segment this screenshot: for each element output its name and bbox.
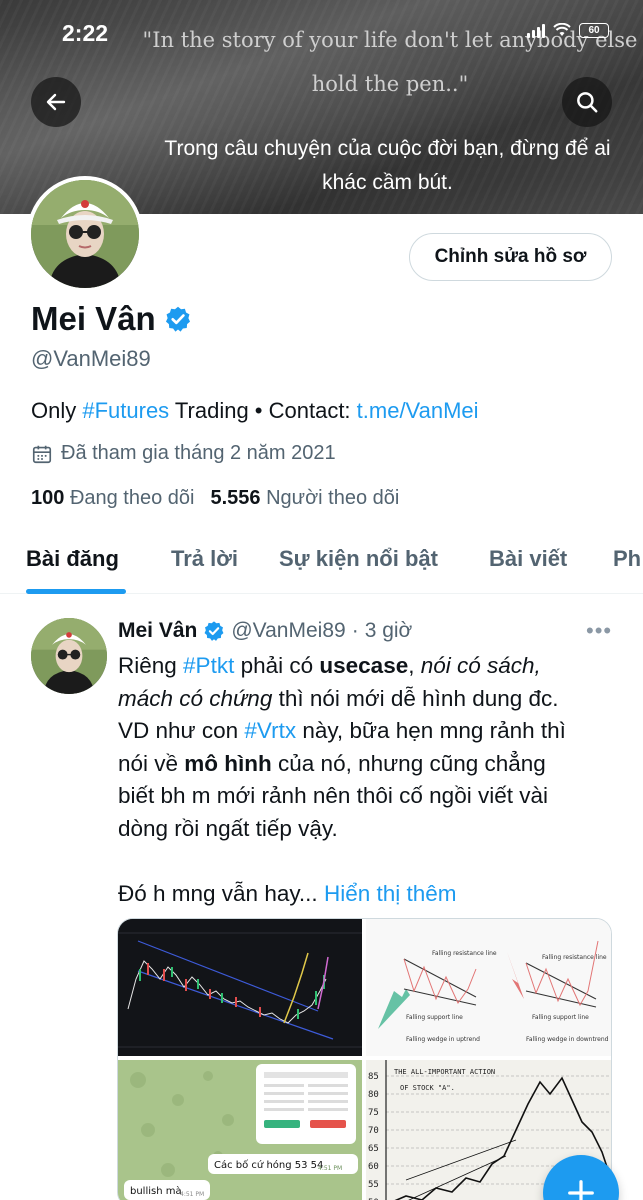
back-button[interactable]	[31, 77, 81, 127]
bio-text: Only	[31, 398, 83, 423]
post-media-grid: Falling resistance line Falling support …	[117, 918, 612, 1200]
profile-avatar[interactable]	[27, 176, 143, 292]
tab-media[interactable]: Ph	[613, 546, 641, 572]
sketch-axis-label: 55	[368, 1180, 379, 1190]
show-more-link[interactable]: Hiển thị thêm	[324, 881, 457, 906]
following-label: Đang theo dõi	[69, 487, 195, 509]
banner-quote-vi: Trong câu chuyện của cuộc đời bạn, đừng …	[164, 137, 611, 194]
post-line: dòng rồi ngất tiếp vậy.	[118, 815, 338, 841]
wedge-label: Falling resistance line	[542, 954, 607, 961]
verified-badge-icon	[204, 621, 224, 641]
profile-handle: @VanMei89	[31, 346, 151, 371]
plus-icon	[568, 1180, 594, 1200]
sketch-axis-label: 75	[368, 1108, 379, 1118]
sketch-axis-label: 85	[368, 1072, 379, 1082]
followers-count: 5.556	[210, 487, 261, 509]
post-author-handle[interactable]: @VanMei89	[231, 619, 345, 643]
wedge-pattern-image: Falling resistance line Falling support …	[366, 919, 611, 1056]
wedge-label: Falling support line	[532, 1014, 589, 1021]
wedge-label: Falling support line	[406, 1014, 463, 1021]
search-icon	[577, 92, 598, 113]
hashtag-link[interactable]: #Vrtx	[244, 718, 296, 743]
post-time[interactable]: 3 giờ	[365, 619, 413, 643]
wifi-icon	[553, 23, 571, 36]
active-tab-indicator	[26, 589, 126, 594]
display-name: Mei Vân	[31, 300, 156, 337]
bio-hashtag-link[interactable]: #Futures	[82, 398, 169, 423]
chat-time: 4:51 PM	[318, 1165, 342, 1172]
post-line-blank	[118, 845, 618, 878]
post-line: mách có chứng thì nói mới dễ hình dung đ…	[118, 685, 559, 711]
sketch-subtitle: OF STOCK "A".	[400, 1084, 455, 1092]
edit-profile-button[interactable]: Chỉnh sửa hồ sơ	[409, 233, 612, 281]
status-time: 2:22	[62, 20, 109, 46]
more-icon[interactable]: •••	[586, 618, 612, 644]
chat-time: 4:51 PM	[180, 1191, 204, 1198]
post-line: biết bh m mới rảnh nên thôi cố ngồi viết…	[118, 783, 548, 808]
media-trading-chart[interactable]	[118, 919, 362, 1056]
post-header: Mei Vân @VanMei89 · 3 giờ	[118, 619, 412, 643]
post-line: Riêng #Ptkt phải có usecase, nói có sách…	[118, 653, 541, 678]
chat-message: bullish mà	[130, 1185, 182, 1197]
wedge-label: Falling resistance line	[432, 950, 497, 957]
verified-badge-icon[interactable]	[164, 305, 192, 333]
joined-text: Đã tham gia tháng 2 năm 2021	[61, 442, 336, 464]
wedge-label: Falling wedge in uptrend	[406, 1036, 480, 1043]
followers-link[interactable]: 5.556 Người theo dõi	[210, 487, 399, 510]
avatar-photo	[31, 618, 107, 694]
wedge-label: Falling wedge in downtrend	[526, 1036, 609, 1043]
follow-stats: 100 Đang theo dõi 5.556 Người theo dõi	[31, 487, 399, 510]
post-line: nói về mô hình của nó, nhưng cũng chẳng	[118, 750, 546, 776]
joined-date: Đã tham gia tháng 2 năm 2021	[31, 442, 336, 465]
post-line: Đó h mng vẫn hay... Hiển thị thêm	[118, 880, 457, 906]
profile-name-row: Mei Vân	[31, 300, 192, 338]
post-line: VD như con #Vrtx này, bữa hẹn mng rảnh t…	[118, 718, 566, 743]
tab-replies[interactable]: Trả lời	[171, 546, 238, 572]
signal-icon	[527, 22, 545, 38]
sketch-axis-label: 80	[368, 1090, 379, 1100]
sketch-axis-label: 65	[368, 1144, 379, 1154]
search-button[interactable]	[562, 77, 612, 127]
post-text: Riêng #Ptkt phải có usecase, nói có sách…	[118, 650, 618, 910]
tab-posts[interactable]: Bài đăng	[26, 546, 119, 572]
following-link[interactable]: 100 Đang theo dõi	[31, 487, 194, 510]
bio-contact-link[interactable]: t.me/VanMei	[357, 398, 479, 423]
battery-icon: 60	[579, 22, 609, 38]
profile-tabs: Bài đăng Trả lời Sự kiện nổi bật Bài viế…	[0, 530, 643, 594]
profile-bio: Only #Futures Trading • Contact: t.me/Va…	[31, 398, 479, 424]
bio-text-middle: Trading • Contact:	[169, 398, 357, 423]
chat-screenshot-image: Các bố cứ hóng 53 54 4:51 PM bullish mà …	[118, 1060, 362, 1200]
arrow-left-icon	[46, 93, 66, 111]
followers-label: Người theo dõi	[266, 487, 400, 509]
calendar-icon	[32, 445, 52, 463]
hashtag-link[interactable]: #Ptkt	[183, 653, 234, 678]
media-chat-screenshot[interactable]: Các bố cứ hóng 53 54 4:51 PM bullish mà …	[118, 1060, 362, 1200]
tab-highlights[interactable]: Sự kiện nổi bật	[279, 546, 438, 572]
sketch-axis-label: 60	[368, 1162, 379, 1172]
post-separator: ·	[351, 619, 359, 642]
post-author-name[interactable]: Mei Vân	[118, 619, 197, 643]
sketch-title: THE ALL-IMPORTANT ACTION	[394, 1068, 495, 1076]
following-count: 100	[31, 487, 65, 509]
sketch-axis-label: 70	[368, 1126, 379, 1136]
avatar-photo	[31, 180, 139, 288]
trading-chart-image	[118, 919, 362, 1056]
tab-articles[interactable]: Bài viết	[489, 546, 567, 572]
post-avatar[interactable]	[31, 618, 107, 694]
chat-message: Các bố cứ hóng 53 54	[214, 1159, 323, 1171]
media-wedge-diagram[interactable]: Falling resistance line Falling support …	[366, 919, 611, 1056]
status-icons: 60	[527, 22, 609, 38]
